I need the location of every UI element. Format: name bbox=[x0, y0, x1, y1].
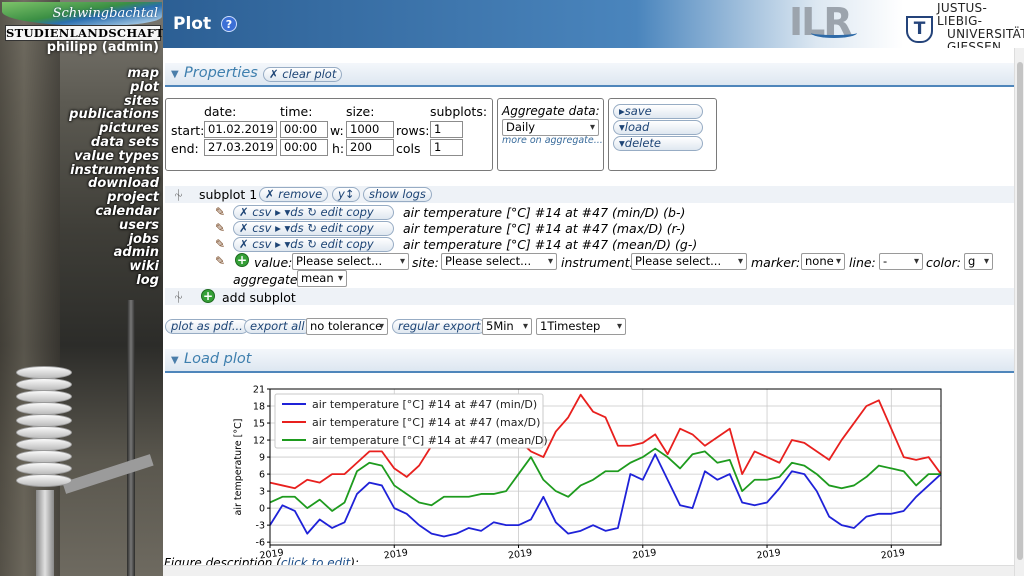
university-seal-icon: T bbox=[906, 16, 933, 43]
y-tick-label: 18 bbox=[253, 402, 265, 413]
university-logo[interactable]: T JUSTUS-LIEBIG- UNIVERSITÄT GIESSEN bbox=[903, 2, 1024, 54]
site-logo[interactable]: Schwingbachtal STUDIENLANDSCHAFT bbox=[2, 2, 163, 42]
legend-label: air temperature [°C] #14 at #47 (mean/D) bbox=[312, 434, 548, 447]
x-tick-label: 2019 bbox=[383, 547, 408, 561]
nav-item-pictures[interactable]: pictures bbox=[69, 122, 159, 136]
y-tick-label: 9 bbox=[259, 453, 265, 464]
y-tick-label: 0 bbox=[259, 504, 265, 515]
nav-item-users[interactable]: users bbox=[69, 218, 159, 233]
x-tick-label: 2019 bbox=[880, 547, 905, 561]
nav-item-data-sets[interactable]: data sets bbox=[69, 136, 159, 150]
x-tick-label: 2019 bbox=[507, 547, 532, 561]
nav-item-log[interactable]: log bbox=[69, 274, 159, 288]
page-title: Plot bbox=[173, 14, 212, 34]
nav-item-value-types[interactable]: value types bbox=[69, 149, 159, 164]
university-name: JUSTUS-LIEBIG- UNIVERSITÄT GIESSEN bbox=[937, 2, 1024, 54]
logo-main-text: STUDIENLANDSCHAFT bbox=[5, 25, 163, 41]
main-content: ▼ Properties ✗ clear plot date: time: si… bbox=[163, 48, 1024, 576]
nav-item-calendar[interactable]: calendar bbox=[69, 205, 160, 219]
y-tick-label: 21 bbox=[253, 385, 265, 396]
y-tick-label: -3 bbox=[256, 521, 265, 532]
horizontal-scrollbar[interactable] bbox=[163, 565, 1014, 576]
nav-item-project[interactable]: project bbox=[69, 191, 159, 205]
legend-label: air temperature [°C] #14 at #47 (min/D) bbox=[312, 398, 537, 411]
x-tick-label: 2019 bbox=[756, 547, 781, 561]
background-pole bbox=[127, 300, 135, 576]
sidebar: Schwingbachtal STUDIENLANDSCHAFT philipp… bbox=[0, 0, 163, 576]
background-sensor bbox=[36, 490, 54, 576]
y-tick-label: 3 bbox=[259, 487, 265, 498]
page-header: Plot ? ILR T JUSTUS-LIEBIG- UNIVERSITÄT … bbox=[163, 0, 1024, 54]
logo-script-text: Schwingbachtal bbox=[52, 6, 158, 21]
temperature-chart: -6-30369121518212019 2019 2019 2019 2019 2019… bbox=[233, 385, 942, 562]
nav-item-plot[interactable]: plot bbox=[69, 80, 159, 95]
nav-item-wiki[interactable]: wiki bbox=[69, 260, 159, 274]
y-axis-label: air temperature [°C] bbox=[233, 419, 244, 516]
x-tick-label: 2019 bbox=[632, 547, 657, 561]
main-nav: map plot sites publications pictures dat… bbox=[69, 67, 159, 288]
current-user[interactable]: philipp (admin) bbox=[47, 40, 159, 55]
nav-item-map[interactable]: map bbox=[69, 67, 159, 81]
ilr-logo-swoosh bbox=[811, 28, 857, 38]
ilr-logo[interactable]: ILR bbox=[789, 3, 889, 45]
vertical-scrollbar[interactable] bbox=[1014, 48, 1024, 576]
radiation-shield-plate bbox=[16, 474, 72, 487]
y-tick-label: -6 bbox=[256, 538, 265, 549]
university-name-line1: JUSTUS-LIEBIG- bbox=[937, 1, 988, 28]
y-tick-label: 12 bbox=[253, 436, 265, 447]
scrollbar-thumb[interactable] bbox=[1017, 62, 1023, 560]
y-tick-label: 6 bbox=[259, 470, 265, 481]
legend-label: air temperature [°C] #14 at #47 (max/D) bbox=[312, 416, 540, 429]
y-tick-label: 15 bbox=[253, 419, 265, 430]
help-icon[interactable]: ? bbox=[221, 16, 237, 32]
background-bracket bbox=[62, 454, 154, 494]
